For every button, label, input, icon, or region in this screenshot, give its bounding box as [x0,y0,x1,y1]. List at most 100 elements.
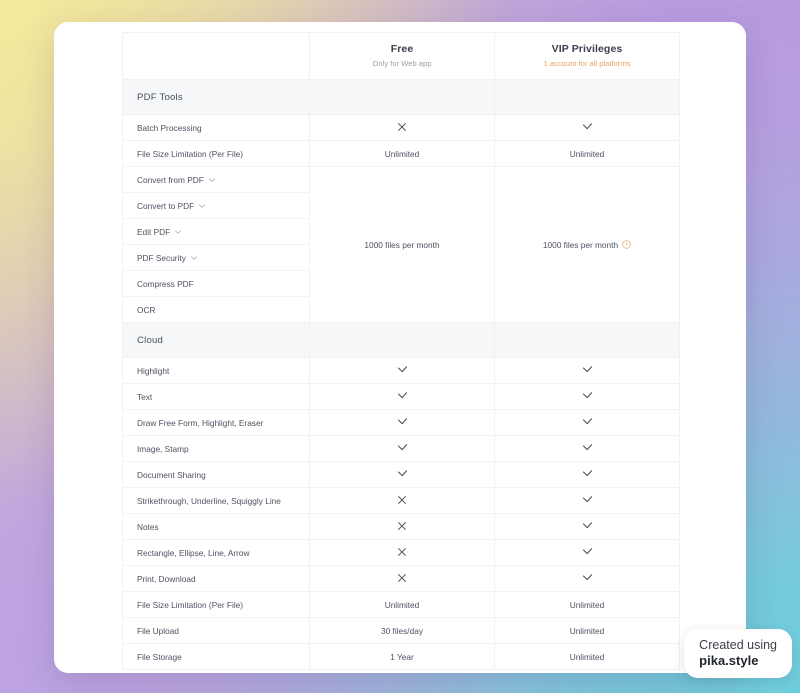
comparison-table-wrapper: Free Only for Web app VIP Privileges 1 a… [122,31,680,671]
table-header: Free Only for Web app VIP Privileges 1 a… [122,31,680,81]
feature-label-cell: Strikethrough, Underline, Squiggly Line [122,487,310,515]
feature-label-cell: Draw Free Form, Highlight, Eraser [122,409,310,437]
value-cell-vip [494,565,680,593]
table-row: Document Sharing [122,461,680,489]
value-cell-vip: Unlimited [494,591,680,619]
feature-label-cell: Image, Stamp [122,435,310,463]
value-cell-free [309,357,495,385]
table-row: File Storage 1 Year Unlimited [122,643,680,671]
feature-label: File Storage [137,651,182,662]
table-row: Text [122,383,680,411]
feature-label-cell: Notes [122,513,310,541]
feature-label-cell[interactable]: Convert from PDF [122,166,310,194]
watermark-line-2: pika.style [699,652,759,668]
table-row: Image, Stamp [122,435,680,463]
feature-label: Image, Stamp [137,443,189,454]
plan-comparison-table: Free Only for Web app VIP Privileges 1 a… [122,31,680,671]
check-icon [581,415,594,428]
feature-label: Convert to PDF [137,200,195,211]
feature-label: Edit PDF [137,226,171,237]
cross-icon [396,546,408,558]
value-cell-free [309,565,495,593]
feature-label-cell: Print, Download [122,565,310,593]
merged-value-free: 1000 files per month [309,166,495,324]
feature-label: File Size Limitation (Per File) [137,599,244,610]
cross-icon [396,494,408,506]
feature-label-cell[interactable]: PDF Security [122,244,310,272]
value-cell-vip: Unlimited [494,617,680,645]
feature-column-header [122,31,310,81]
value-cell-free [309,383,495,411]
chevron-down-icon[interactable] [190,254,198,262]
feature-label-cell[interactable]: Edit PDF [122,218,310,246]
section-header-row: PDF Tools [122,79,680,116]
page-background: Free Only for Web app VIP Privileges 1 a… [0,0,800,693]
merged-value-vip: 1000 files per month [494,166,680,324]
value-cell-free [309,409,495,437]
plan-header-row: Free Only for Web app VIP Privileges 1 a… [122,31,680,81]
cell-text: 30 files/day [381,625,423,636]
table-row: Draw Free Form, Highlight, Eraser [122,409,680,437]
feature-label: File Upload [137,625,179,636]
value-cell-vip [494,539,680,567]
section-spacer-free [309,322,495,359]
cross-icon [396,572,408,584]
table-row: Convert from PDF 1000 files per month 1000… [122,166,680,324]
plan-name-free: Free [390,43,414,55]
feature-label: Compress PDF [137,278,194,289]
value-cell-vip [494,357,680,385]
value-cell-vip [494,461,680,489]
value-cell-free: Unlimited [309,140,495,168]
check-icon [581,519,594,532]
section-title: PDF Tools [122,79,310,116]
table-body: PDF Tools Batch Processing File Size Limit… [122,79,680,671]
feature-label: Convert from PDF [137,174,204,185]
value-cell-free: 1 Year [309,643,495,671]
feature-label-cell: Highlight [122,357,310,385]
value-cell-free [309,539,495,567]
chevron-down-icon[interactable] [208,176,216,184]
cell-text: Unlimited [569,599,605,610]
plan-name-vip: VIP Privileges [551,43,623,55]
table-row: Print, Download [122,565,680,593]
feature-label: Strikethrough, Underline, Squiggly Line [137,495,281,506]
feature-label: Print, Download [137,573,196,584]
feature-label: Text [137,391,153,402]
feature-label: Batch Processing [137,122,202,133]
feature-label: Highlight [137,365,170,376]
value-cell-free [309,461,495,489]
feature-label-cell: File Size Limitation (Per File) [122,591,310,619]
check-icon [396,441,409,454]
section-title: Cloud [122,322,310,359]
table-row: File Upload 30 files/day Unlimited [122,617,680,645]
check-icon [581,120,594,133]
feature-label: Rectangle, Ellipse, Line, Arrow [137,547,250,558]
feature-label-cell[interactable]: Convert to PDF [122,192,310,220]
feature-label-cell: Document Sharing [122,461,310,489]
feature-label: OCR [137,304,156,315]
value-cell-vip [494,435,680,463]
cell-text: 1000 files per month [364,239,440,250]
chevron-down-icon[interactable] [174,228,182,236]
cell-text: 1000 files per month [543,240,631,250]
cell-text: Unlimited [384,148,420,159]
feature-label-cell: Compress PDF [122,270,310,298]
chevron-down-icon[interactable] [198,202,206,210]
plan-sublabel-free: Only for Web app [372,59,432,69]
value-cell-vip [494,114,680,142]
info-icon[interactable] [622,240,631,249]
check-icon [581,363,594,376]
cell-text: Unlimited [569,625,605,636]
value-cell-free: 30 files/day [309,617,495,645]
plan-sublabel-vip: 1 account for all platforms [543,59,631,69]
check-icon [581,493,594,506]
section-header-row: Cloud [122,322,680,359]
watermark-badge: Created using pika.style [684,628,792,678]
feature-label-cell: OCR [122,296,310,324]
table-row: Strikethrough, Underline, Squiggly Line [122,487,680,515]
table-row: File Size Limitation (Per File) Unlimited… [122,140,680,168]
check-icon [396,363,409,376]
check-icon [581,571,594,584]
value-cell-free [309,114,495,142]
check-icon [396,389,409,402]
